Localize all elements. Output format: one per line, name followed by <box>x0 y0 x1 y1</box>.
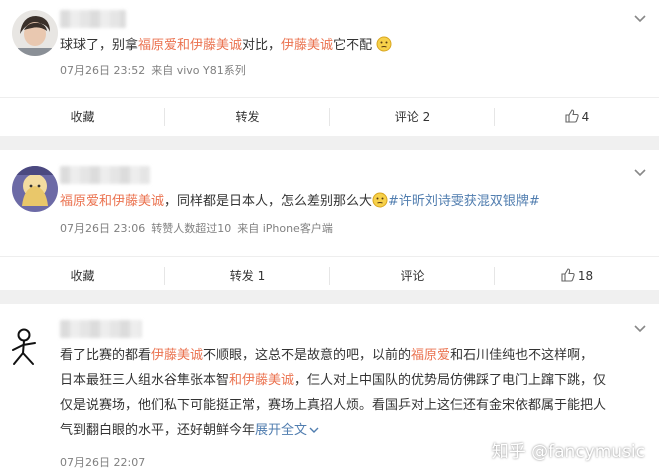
like-count: 18 <box>577 269 594 283</box>
expand-label: 展开全文 <box>255 423 308 438</box>
text-part: 不顺眼，这总不是故意的吧，以前的 <box>203 348 412 363</box>
text-part: 对比， <box>242 38 282 53</box>
user-avatar[interactable] <box>8 326 40 368</box>
text-part: 仅是说赛场，他们私下可能挺正常，赛场上真招人烦。看国乒对上这仨还有金宋依都属于能… <box>60 398 607 413</box>
action-bar: 收藏 转发 评论 2 4 <box>0 97 659 136</box>
username-blurred[interactable] <box>60 10 126 28</box>
comment-label: 评论 <box>400 269 425 283</box>
like-count: 4 <box>581 110 590 124</box>
repost-label: 转发 <box>235 110 260 124</box>
expand-full-text-link[interactable]: 展开全文 <box>255 423 319 438</box>
comment-button[interactable]: 评论 2 <box>330 98 495 136</box>
username-blurred[interactable] <box>60 320 142 338</box>
favorite-button[interactable]: 收藏 <box>0 98 165 136</box>
chevron-down-icon[interactable] <box>633 168 647 178</box>
post-text: 福原爱和伊藤美诚，同样都是日本人，怎么差别那么大 #许昕刘诗雯获混双银牌# <box>60 190 540 214</box>
highlight-name[interactable]: 伊藤美诚 <box>151 348 203 363</box>
text-part: 和石川佳纯也不这样啊， <box>450 348 594 363</box>
text-part: 气到翻白眼的水平，还好朝鲜今年 <box>60 423 256 438</box>
post-time[interactable]: 07月26日 22:07 <box>60 456 145 469</box>
post-source: 来自 vivo Y81系列 <box>151 64 246 77</box>
user-avatar[interactable] <box>12 10 58 56</box>
highlight-name[interactable]: 福原爱和伊藤美诚 <box>138 38 242 53</box>
highlight-name[interactable]: 福原爱和伊藤美诚 <box>60 194 164 209</box>
like-button[interactable]: 4 <box>495 98 659 136</box>
post-time[interactable]: 07月26日 23:52 <box>60 64 145 77</box>
user-avatar[interactable] <box>12 166 58 212</box>
topic-link[interactable]: #许昕刘诗雯获混双银牌# <box>388 194 540 209</box>
card-gap <box>0 136 659 150</box>
post-text-line: 仅是说赛场，他们私下可能挺正常，赛场上真招人烦。看国乒对上这仨还有金宋依都属于能… <box>60 394 606 418</box>
highlight-name[interactable]: 和伊藤美诚 <box>229 373 294 388</box>
highlight-name[interactable]: 伊藤美诚 <box>281 38 333 53</box>
text-part: 看了比赛的都看 <box>60 348 152 363</box>
post-meta: 07月26日 22:07 <box>60 454 151 470</box>
post-time[interactable]: 07月26日 23:06 <box>60 222 145 235</box>
post-card-1: 球球了，别拿福原爱和伊藤美诚对比，伊藤美诚它不配 07月26日 23:52 来自 … <box>0 0 659 136</box>
chevron-down-icon[interactable] <box>633 324 647 334</box>
text-part: 日本最狂三人组水谷隼张本智 <box>60 373 230 388</box>
post-meta: 07月26日 23:06 转赞人数超过10 来自 iPhone客户端 <box>60 220 339 236</box>
text-part: ，仨人对上中国队的优势局仿佛踩了电门上蹿下跳，仅 <box>294 373 607 388</box>
text-part: 球球了，别拿 <box>60 38 139 53</box>
thinking-emoji-icon <box>372 192 388 208</box>
chevron-down-icon <box>309 427 319 433</box>
watermark: 知乎 @fancymusic <box>491 442 645 462</box>
post-meta: 07月26日 23:52 来自 vivo Y81系列 <box>60 62 252 78</box>
post-card-2: 福原爱和伊藤美诚，同样都是日本人，怎么差别那么大 #许昕刘诗雯获混双银牌# 07月… <box>0 150 659 290</box>
text-part: 它不配 <box>333 38 373 53</box>
card-gap <box>0 290 659 304</box>
repost-label: 转发 1 <box>229 269 266 283</box>
chevron-down-icon[interactable] <box>633 14 647 24</box>
thinking-emoji-icon <box>376 36 392 52</box>
highlight-name[interactable]: 福原爱 <box>411 348 450 363</box>
post-text-line: 日本最狂三人组水谷隼张本智和伊藤美诚，仨人对上中国队的优势局仿佛踩了电门上蹿下跳… <box>60 369 606 393</box>
repost-note: 转赞人数超过10 <box>151 222 232 235</box>
post-text-line: 气到翻白眼的水平，还好朝鲜今年展开全文 <box>60 419 319 443</box>
favorite-label: 收藏 <box>70 269 95 283</box>
post-text: 球球了，别拿福原爱和伊藤美诚对比，伊藤美诚它不配 <box>60 34 392 58</box>
post-source: 来自 iPhone客户端 <box>237 222 333 235</box>
comment-label: 评论 2 <box>394 110 431 124</box>
thumbs-up-icon <box>561 268 575 282</box>
post-text-line: 看了比赛的都看伊藤美诚不顺眼，这总不是故意的吧，以前的福原爱和石川佳纯也不这样啊… <box>60 344 593 368</box>
favorite-label: 收藏 <box>70 110 95 124</box>
username-blurred[interactable] <box>60 166 150 184</box>
thumbs-up-icon <box>565 109 579 123</box>
post-card-3: 看了比赛的都看伊藤美诚不顺眼，这总不是故意的吧，以前的福原爱和石川佳纯也不这样啊… <box>0 304 659 476</box>
repost-button[interactable]: 转发 <box>165 98 330 136</box>
text-part: ，同样都是日本人，怎么差别那么大 <box>164 194 373 209</box>
